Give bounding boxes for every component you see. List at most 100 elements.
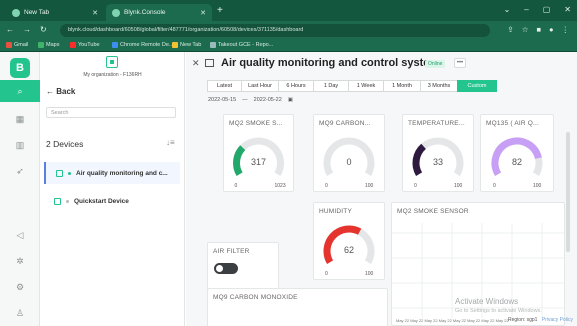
close-icon[interactable]: ✕ [192,58,200,69]
bookmark-label: Gmail [14,42,29,48]
browser-tab-blynk-console[interactable]: Blynk.Console ✕ [106,4,212,21]
close-icon[interactable]: ✕ [92,9,98,17]
gauge-min: 0 [325,271,328,277]
window-close-icon[interactable]: ✕ [564,5,571,14]
url-input[interactable]: blynk.cloud/dashboard/60508/global/filte… [60,24,490,37]
gauge-arc [412,137,464,176]
back-label: Back [56,87,76,96]
star-icon[interactable]: ☆ [522,25,529,34]
date-range[interactable]: 2022-05-15 — 2022-05-22 ▣ [208,97,293,103]
organization-icon [106,56,118,68]
region-footer: Region: sgp1 Privacy Policy [508,317,573,323]
device-item[interactable]: Air quality monitoring and c... [44,162,180,184]
device-panel: My organization - F136RH ← Back Search 2… [40,52,185,326]
window-controls: ⌄ – ▢ ✕ [504,5,571,14]
range-3-months[interactable]: 3 Months [420,80,458,92]
gauge-widget: HUMIDITY 62 0 100 [313,202,385,280]
blynk-favicon-icon [112,8,120,17]
building-icon[interactable]: ▥ [0,134,40,156]
gauge-widget: MQ9 CARBON... 0 0 100 [313,114,385,192]
gauge-value: 317 [250,157,267,167]
send-icon[interactable]: ➶ [0,160,40,182]
range-latest[interactable]: Latest [207,80,242,92]
megaphone-icon[interactable]: ◁ [0,224,40,246]
back-arrow-icon[interactable]: ← [6,25,14,34]
share-icon[interactable]: ⇪ [507,25,513,34]
dashboard-scrollbar[interactable] [566,132,570,252]
fullscreen-icon[interactable] [205,59,214,67]
gauge-value: 82 [511,157,522,167]
organization-name: My organization - F136RH [83,72,142,78]
gauge-widget: MQ135 ( AIR Q... 82 0 100 [480,114,554,192]
gauge-widget: TEMPERATURE... 33 0 100 [402,114,474,192]
mq9-title: MQ9 CARBON MONOXIDE [213,294,298,301]
gauge-arc [323,225,375,264]
menu-icon[interactable]: ⋮ [562,25,570,34]
air-filter-toggle[interactable] [214,263,238,274]
forward-arrow-icon[interactable]: → [23,25,31,34]
gauge-value: 0 [346,157,352,167]
range-1-day[interactable]: 1 Day [313,80,349,92]
sort-icon[interactable]: ↓≡ [166,138,175,147]
address-bar: ← → ↻ blynk.cloud/dashboard/60508/global… [0,21,577,40]
search-icon[interactable]: ⌕ [0,80,40,102]
device-item[interactable]: Quickstart Device [44,190,180,212]
extension-icon[interactable]: ■ [536,25,541,34]
bookmark-gmail[interactable]: Gmail [6,42,28,48]
gauge-min: 0 [493,183,496,189]
new-tab-button[interactable]: + [217,5,223,16]
gauge-value: 62 [343,245,354,255]
profile-icon[interactable]: ● [549,25,554,34]
grid-icon[interactable]: ▦ [0,108,40,130]
bookmark-youtube[interactable]: YouTube [70,42,100,48]
air-filter-title: AIR FILTER [213,248,250,255]
gear-circle-icon[interactable]: ✲ [0,250,40,272]
settings-icon[interactable]: ⚙ [0,276,40,298]
offline-status-dot [66,199,69,203]
tab-search-icon[interactable]: ⌄ [504,5,511,14]
person-icon[interactable]: ♙ [0,302,40,324]
windows-watermark-title: Activate Windows [455,297,519,306]
bookmark-label: Chrome Remote De... [120,42,174,48]
device-count: 2 Devices [46,139,84,149]
date-to: 2022-05-22 [253,97,282,103]
range-custom[interactable]: Custom [457,80,497,92]
bookmark-new-tab[interactable]: New Tab [172,42,201,48]
maximize-icon[interactable]: ▢ [543,5,551,14]
minimize-icon[interactable]: – [524,5,528,14]
bookmark-takeout[interactable]: Takeout GCE - Repo... [210,42,273,48]
device-name: Quickstart Device [74,197,129,205]
gauge-widget: MQ2 SMOKE S... 317 0 1023 [223,114,294,192]
gauge-arc [491,137,543,176]
privacy-link[interactable]: Privacy Policy [542,317,573,323]
range-1-week[interactable]: 1 Week [348,80,384,92]
gauge-max: 100 [365,271,374,277]
reload-icon[interactable]: ↻ [40,25,47,34]
bookmark-label: Maps [46,42,60,48]
gauge-min: 0 [325,183,328,189]
gauge-arc [233,137,284,176]
range-last-hour[interactable]: Last Hour [241,80,279,92]
browser-tab-bar: New Tab ✕ Blynk.Console ✕ + ⌄ – ▢ ✕ [0,0,577,21]
device-name: Air quality monitoring and c... [76,169,168,177]
back-button[interactable]: ← Back [46,87,75,96]
date-separator: — [242,97,248,103]
bookmark-label: YouTube [78,42,100,48]
more-options-button[interactable]: ••• [454,58,466,68]
mq9-chart-widget: MQ9 CARBON MONOXIDE [207,288,388,326]
device-cube-icon [54,197,61,205]
calendar-icon[interactable]: ▣ [288,97,293,103]
bookmark-maps[interactable]: Maps [38,42,59,48]
bookmark-chrome-remote[interactable]: Chrome Remote De... [112,42,174,48]
device-search-input[interactable]: Search [46,107,176,118]
range-6-hours[interactable]: 6 Hours [278,80,314,92]
air-filter-widget: AIR FILTER [207,242,279,290]
blynk-logo[interactable]: B [10,58,30,78]
range-1-month[interactable]: 1 Month [383,80,421,92]
bookmark-label: New Tab [180,42,202,48]
browser-tab-new-tab[interactable]: New Tab ✕ [6,4,104,21]
date-from: 2022-05-15 [208,97,237,103]
close-icon[interactable]: ✕ [200,9,206,17]
dashboard-title: Air quality monitoring and control syste… [221,57,440,69]
windows-watermark-subtitle: Go to Settings to activate Windows. [455,308,542,314]
